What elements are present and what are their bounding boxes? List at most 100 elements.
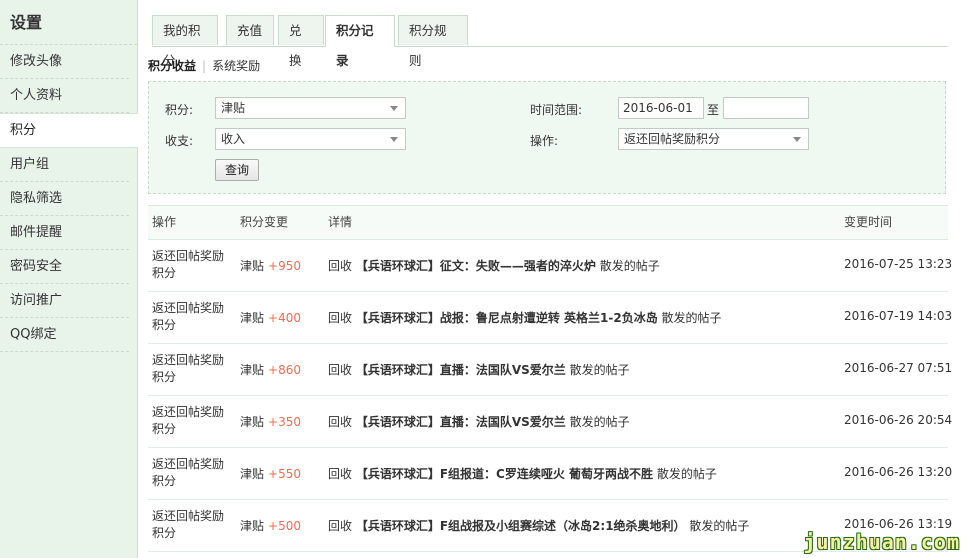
subtab-system-reward[interactable]: 系统奖励 [212,59,260,73]
table-header: 操作 积分变更 详情 变更时间 [148,205,948,240]
row-detail: 回收 【兵语环球汇】战报：鲁尼点射遭逆转 英格兰1-2负冰岛 散发的帖子 [328,309,722,326]
row-time: 2016-06-26 13:20 [844,465,953,479]
tab-credit-rules[interactable]: 积分规则 [398,15,468,68]
row-thread-link[interactable]: 【兵语环球汇】直播：法国队VS爱尔兰 [356,415,566,429]
row-change: 津贴 +400 [240,309,301,326]
sidebar-title: 设置 [0,0,137,45]
row-detail: 回收 【兵语环球汇】征文：失败——强者的淬火炉 散发的帖子 [328,257,660,274]
row-detail: 回收 【兵语环球汇】直播：法国队VS爱尔兰 散发的帖子 [328,361,630,378]
to-label: 至 [707,103,720,117]
row-action: 返还回帖奖励积分 [152,249,225,280]
query-button[interactable]: 查询 [215,159,260,181]
row-thread-link[interactable]: 【兵语环球汇】直播：法国队VS爱尔兰 [356,363,566,377]
tab-my-credits[interactable]: 我的积分 [152,15,218,68]
row-credit-type: 津贴 [240,415,265,429]
row-detail-suffix: 散发的帖子 [656,467,717,481]
row-amount: +350 [268,415,301,429]
table-row: 返还回帖奖励积分 津贴 +860 回收 【兵语环球汇】直播：法国队VS爱尔兰 散发的帖… [148,344,952,396]
inout-select[interactable]: 收入 [215,128,406,150]
row-change: 津贴 +350 [240,413,301,430]
row-detail-prefix: 回收 [328,259,353,273]
settings-sidebar: 设置 修改头像 个人资料 积分 用户组 隐私筛选 邮件提醒 密码安全 访问推广 … [0,0,138,558]
row-detail-prefix: 回收 [328,363,353,377]
time-range-label: 时间范围: [530,103,583,117]
subtabs: 积分收益 | 系统奖励 [148,57,260,74]
header-time: 变更时间 [844,215,893,229]
site-watermark: junzhuan.com [803,530,960,554]
row-time: 2016-07-25 13:23 [844,257,953,271]
row-detail-suffix: 散发的帖子 [689,519,750,533]
row-detail-suffix: 散发的帖子 [599,259,660,273]
row-credit-type: 津贴 [240,311,265,325]
row-amount: +950 [268,259,301,273]
chevron-down-icon [793,137,801,142]
action-select[interactable]: 返还回帖奖励积分 [618,128,809,150]
credit-tabs: 我的积分 充值 兑换 积分记录 积分规则 [152,15,948,68]
tab-recharge[interactable]: 充值 [226,15,274,45]
row-time: 2016-06-27 07:51 [844,361,953,375]
row-amount: +400 [268,311,301,325]
credit-select[interactable]: 津贴 [215,97,406,119]
credit-label: 积分: [165,103,194,117]
date-to-input[interactable] [723,97,809,119]
row-change: 津贴 +950 [240,257,301,274]
row-credit-type: 津贴 [240,363,265,377]
sidebar-item-avatar[interactable]: 修改头像 [0,45,129,79]
sidebar-item-profile[interactable]: 个人资料 [0,79,129,113]
sidebar-item-usergroup[interactable]: 用户组 [0,148,129,182]
row-amount: +860 [268,363,301,377]
row-amount: +550 [268,467,301,481]
row-detail-prefix: 回收 [328,467,353,481]
row-action: 返还回帖奖励积分 [152,509,225,540]
row-thread-link[interactable]: 【兵语环球汇】战报：鲁尼点射遭逆转 英格兰1-2负冰岛 [356,311,658,325]
credit-select-value: 津贴 [221,101,246,115]
sidebar-item-email[interactable]: 邮件提醒 [0,216,129,250]
row-time: 2016-06-26 20:54 [844,413,953,427]
row-detail: 回收 【兵语环球汇】F组报道：C罗连续哑火 葡萄牙两战不胜 散发的帖子 [328,465,717,482]
inout-label: 收支: [165,134,194,148]
header-action: 操作 [152,215,177,229]
row-detail-prefix: 回收 [328,311,353,325]
sidebar-item-credits[interactable]: 积分 [0,113,138,148]
row-detail-suffix: 散发的帖子 [569,415,630,429]
subtab-income[interactable]: 积分收益 [148,59,196,73]
chevron-down-icon [390,137,398,142]
tab-exchange[interactable]: 兑换 [278,15,324,68]
inout-select-value: 收入 [221,132,246,146]
row-detail-suffix: 散发的帖子 [569,363,630,377]
table-row: 返还回帖奖励积分 津贴 +350 回收 【兵语环球汇】直播：法国队VS爱尔兰 散发的帖… [148,396,952,448]
row-action: 返还回帖奖励积分 [152,405,225,436]
row-time: 2016-07-19 14:03 [844,309,953,323]
row-credit-type: 津贴 [240,467,265,481]
row-time: 2016-06-26 13:19 [844,517,953,531]
row-thread-link[interactable]: 【兵语环球汇】F组战报及小组赛综述（冰岛2:1绝杀奥地利） [356,519,686,533]
row-detail-suffix: 散发的帖子 [661,311,722,325]
action-label: 操作: [530,134,559,148]
action-select-value: 返还回帖奖励积分 [624,132,721,146]
sidebar-item-qq[interactable]: QQ绑定 [0,318,129,352]
header-detail: 详情 [328,215,353,229]
row-credit-type: 津贴 [240,519,265,533]
subtab-separator: | [202,59,207,73]
table-row: 返还回帖奖励积分 津贴 +400 回收 【兵语环球汇】战报：鲁尼点射遭逆转 英格兰1-… [148,292,952,344]
sidebar-item-promotion[interactable]: 访问推广 [0,284,129,318]
credit-log-table: 操作 积分变更 详情 变更时间 返还回帖奖励积分 津贴 +950 回收 【兵语环球汇】… [148,205,952,552]
row-action: 返还回帖奖励积分 [152,457,225,488]
row-detail-prefix: 回收 [328,415,353,429]
row-change: 津贴 +550 [240,465,301,482]
date-from-input[interactable]: 2016-06-01 [618,97,704,119]
row-change: 津贴 +860 [240,361,301,378]
row-thread-link[interactable]: 【兵语环球汇】征文：失败——强者的淬火炉 [356,259,596,273]
row-thread-link[interactable]: 【兵语环球汇】F组报道：C罗连续哑火 葡萄牙两战不胜 [356,467,653,481]
tab-credit-log[interactable]: 积分记录 [325,15,395,68]
chevron-down-icon [390,106,398,111]
filter-panel: 积分: 津贴 收支: 收入 时间范围: 2016-06-01 至 操作: 返还回… [148,81,946,194]
row-detail-prefix: 回收 [328,519,353,533]
sidebar-item-privacy[interactable]: 隐私筛选 [0,182,129,216]
row-credit-type: 津贴 [240,259,265,273]
table-row: 返还回帖奖励积分 津贴 +550 回收 【兵语环球汇】F组报道：C罗连续哑火 葡萄牙两… [148,448,952,500]
sidebar-item-password[interactable]: 密码安全 [0,250,129,284]
row-action: 返还回帖奖励积分 [152,301,225,332]
row-action: 返还回帖奖励积分 [152,353,225,384]
row-change: 津贴 +500 [240,517,301,534]
